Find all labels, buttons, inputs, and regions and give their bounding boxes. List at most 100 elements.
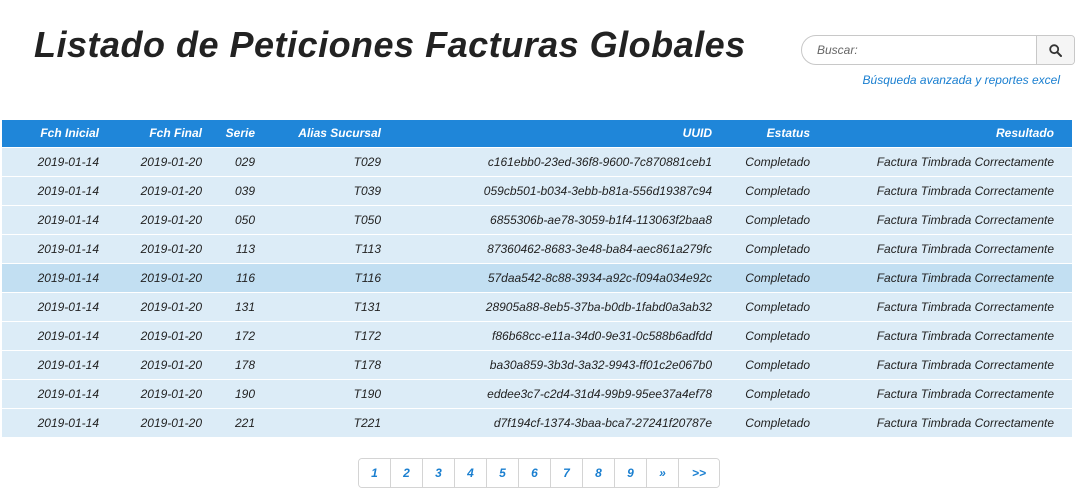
col-header-resultado[interactable]: Resultado <box>812 120 1072 147</box>
search-input[interactable] <box>802 36 1036 64</box>
cell-resultado: Factura Timbrada Correctamente <box>812 233 1072 263</box>
cell-uuid: 87360462-8683-3e48-ba84-aec861a279fc <box>383 233 714 263</box>
table-row-highlighted[interactable]: 2019-01-14 2019-01-20 116 T116 57daa542-… <box>2 262 1072 292</box>
cell-serie: 029 <box>206 146 259 176</box>
page-link-9[interactable]: 9 <box>615 459 647 487</box>
cell-fch-inicial: 2019-01-14 <box>2 378 103 408</box>
search-icon <box>1049 43 1062 57</box>
cell-fch-final: 2019-01-20 <box>103 175 206 205</box>
cell-uuid: f86b68cc-e11a-34d0-9e31-0c588b6adfdd <box>383 320 714 350</box>
cell-uuid: eddee3c7-c2d4-31d4-99b9-95ee37a4ef78 <box>383 378 714 408</box>
cell-fch-final: 2019-01-20 <box>103 262 206 292</box>
cell-alias-sucursal: T116 <box>259 262 383 292</box>
cell-uuid: ba30a859-3b3d-3a32-9943-ff01c2e067b0 <box>383 349 714 379</box>
col-header-uuid[interactable]: UUID <box>383 120 714 147</box>
cell-fch-inicial: 2019-01-14 <box>2 233 103 263</box>
page-link-3[interactable]: 3 <box>423 459 455 487</box>
cell-estatus: Completado <box>714 291 812 321</box>
cell-serie: 190 <box>206 378 259 408</box>
cell-uuid: 57daa542-8c88-3934-a92c-f094a034e92c <box>383 262 714 292</box>
cell-estatus: Completado <box>714 204 812 234</box>
cell-resultado: Factura Timbrada Correctamente <box>812 407 1072 437</box>
cell-estatus: Completado <box>714 320 812 350</box>
cell-alias-sucursal: T172 <box>259 320 383 350</box>
table-header-row: Fch Inicial Fch Final Serie Alias Sucurs… <box>2 120 1072 147</box>
page-next-button[interactable]: » <box>647 459 679 487</box>
page-link-2[interactable]: 2 <box>391 459 423 487</box>
table-row[interactable]: 2019-01-14 2019-01-20 131 T131 28905a88-… <box>2 291 1072 321</box>
cell-fch-final: 2019-01-20 <box>103 204 206 234</box>
cell-fch-final: 2019-01-20 <box>103 291 206 321</box>
search-button[interactable] <box>1036 36 1074 64</box>
cell-resultado: Factura Timbrada Correctamente <box>812 378 1072 408</box>
cell-resultado: Factura Timbrada Correctamente <box>812 291 1072 321</box>
cell-serie: 178 <box>206 349 259 379</box>
cell-estatus: Completado <box>714 262 812 292</box>
page-link-8[interactable]: 8 <box>583 459 615 487</box>
cell-estatus: Completado <box>714 407 812 437</box>
cell-alias-sucursal: T029 <box>259 146 383 176</box>
cell-fch-final: 2019-01-20 <box>103 407 206 437</box>
cell-serie: 221 <box>206 407 259 437</box>
cell-uuid: d7f194cf-1374-3baa-bca7-27241f20787e <box>383 407 714 437</box>
cell-serie: 050 <box>206 204 259 234</box>
table-row[interactable]: 2019-01-14 2019-01-20 113 T113 87360462-… <box>2 233 1072 263</box>
page-title: Listado de Peticiones Facturas Globales <box>34 24 746 65</box>
cell-alias-sucursal: T113 <box>259 233 383 263</box>
cell-fch-final: 2019-01-20 <box>103 349 206 379</box>
cell-serie: 131 <box>206 291 259 321</box>
page-link-1[interactable]: 1 <box>359 459 391 487</box>
cell-fch-inicial: 2019-01-14 <box>2 349 103 379</box>
cell-serie: 039 <box>206 175 259 205</box>
cell-alias-sucursal: T190 <box>259 378 383 408</box>
cell-fch-inicial: 2019-01-14 <box>2 291 103 321</box>
page-link-4[interactable]: 4 <box>455 459 487 487</box>
page-link-6[interactable]: 6 <box>519 459 551 487</box>
table-row[interactable]: 2019-01-14 2019-01-20 050 T050 6855306b-… <box>2 204 1072 234</box>
table-row[interactable]: 2019-01-14 2019-01-20 178 T178 ba30a859-… <box>2 349 1072 379</box>
cell-estatus: Completado <box>714 378 812 408</box>
cell-fch-final: 2019-01-20 <box>103 320 206 350</box>
cell-fch-inicial: 2019-01-14 <box>2 146 103 176</box>
cell-alias-sucursal: T178 <box>259 349 383 379</box>
cell-serie: 113 <box>206 233 259 263</box>
advanced-search-link[interactable]: Búsqueda avanzada y reportes excel <box>863 73 1060 87</box>
cell-uuid: 28905a88-8eb5-37ba-b0db-1fabd0a3ab32 <box>383 291 714 321</box>
pagination: 1 2 3 4 5 6 7 8 9 » >> <box>358 458 720 488</box>
cell-resultado: Factura Timbrada Correctamente <box>812 262 1072 292</box>
col-header-serie[interactable]: Serie <box>206 120 259 147</box>
col-header-fch-inicial[interactable]: Fch Inicial <box>2 120 103 147</box>
table-row[interactable]: 2019-01-14 2019-01-20 029 T029 c161ebb0-… <box>2 146 1072 176</box>
page-last-button[interactable]: >> <box>679 459 719 487</box>
search-box <box>801 35 1075 65</box>
cell-fch-inicial: 2019-01-14 <box>2 262 103 292</box>
page-link-5[interactable]: 5 <box>487 459 519 487</box>
table-row[interactable]: 2019-01-14 2019-01-20 172 T172 f86b68cc-… <box>2 320 1072 350</box>
cell-fch-inicial: 2019-01-14 <box>2 320 103 350</box>
table-row[interactable]: 2019-01-14 2019-01-20 039 T039 059cb501-… <box>2 175 1072 205</box>
table-row[interactable]: 2019-01-14 2019-01-20 190 T190 eddee3c7-… <box>2 378 1072 408</box>
cell-serie: 172 <box>206 320 259 350</box>
cell-fch-final: 2019-01-20 <box>103 146 206 176</box>
results-table: Fch Inicial Fch Final Serie Alias Sucurs… <box>2 120 1072 437</box>
cell-fch-final: 2019-01-20 <box>103 233 206 263</box>
table-row[interactable]: 2019-01-14 2019-01-20 221 T221 d7f194cf-… <box>2 407 1072 437</box>
cell-alias-sucursal: T050 <box>259 204 383 234</box>
col-header-estatus[interactable]: Estatus <box>714 120 812 147</box>
cell-estatus: Completado <box>714 233 812 263</box>
cell-fch-inicial: 2019-01-14 <box>2 175 103 205</box>
cell-fch-final: 2019-01-20 <box>103 378 206 408</box>
cell-uuid: 6855306b-ae78-3059-b1f4-113063f2baa8 <box>383 204 714 234</box>
cell-estatus: Completado <box>714 349 812 379</box>
cell-resultado: Factura Timbrada Correctamente <box>812 146 1072 176</box>
cell-uuid: 059cb501-b034-3ebb-b81a-556d19387c94 <box>383 175 714 205</box>
cell-resultado: Factura Timbrada Correctamente <box>812 204 1072 234</box>
col-header-fch-final[interactable]: Fch Final <box>103 120 206 147</box>
cell-uuid: c161ebb0-23ed-36f8-9600-7c870881ceb1 <box>383 146 714 176</box>
cell-resultado: Factura Timbrada Correctamente <box>812 320 1072 350</box>
cell-alias-sucursal: T131 <box>259 291 383 321</box>
page-link-7[interactable]: 7 <box>551 459 583 487</box>
cell-fch-inicial: 2019-01-14 <box>2 407 103 437</box>
col-header-alias-sucursal[interactable]: Alias Sucursal <box>259 120 383 147</box>
cell-alias-sucursal: T221 <box>259 407 383 437</box>
